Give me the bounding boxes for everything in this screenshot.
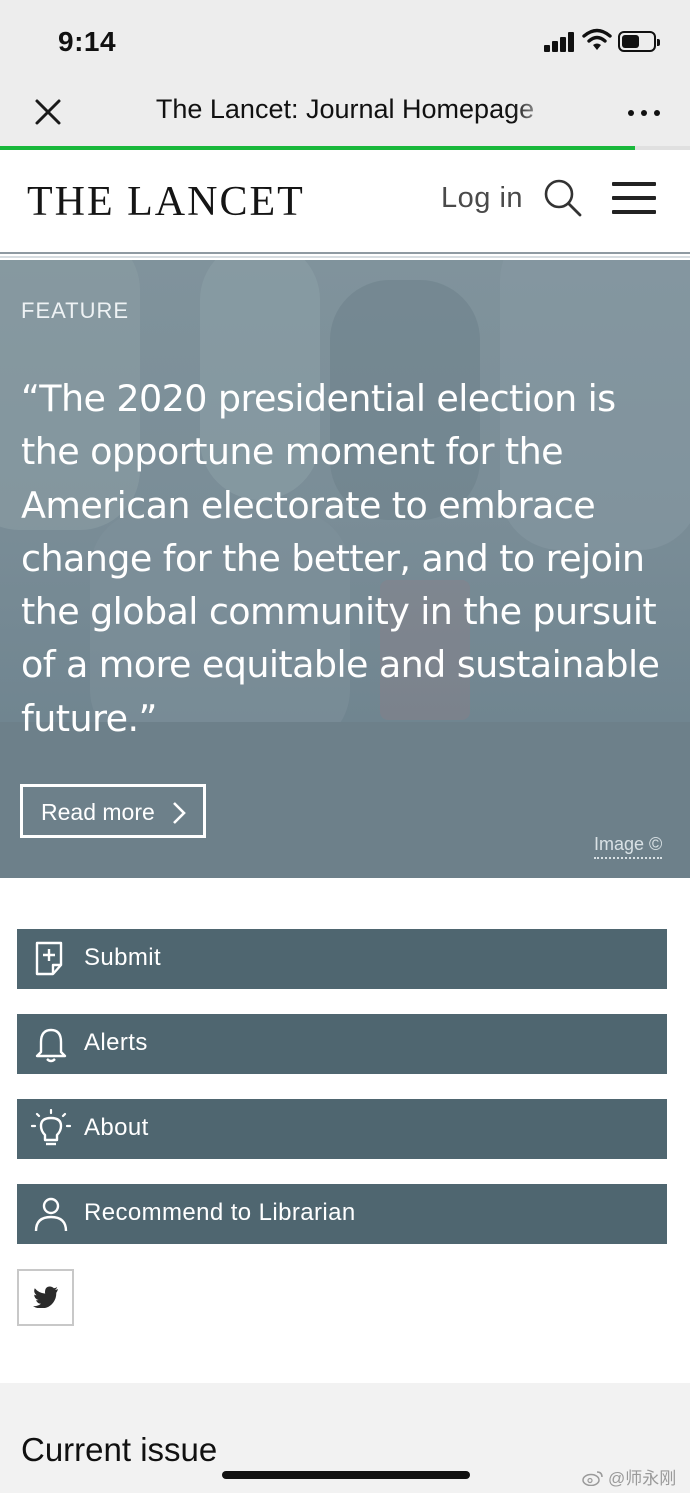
- browser-page-title: The Lancet: Journal Homepage: [110, 94, 580, 130]
- feature-hero: FEATURE “The 2020 presidential election …: [0, 260, 690, 878]
- read-more-label: Read more: [41, 799, 155, 825]
- submit-button[interactable]: Submit: [17, 929, 667, 989]
- more-options-icon[interactable]: [624, 98, 664, 128]
- current-issue-heading: Current issue: [21, 1431, 218, 1468]
- battery-icon: [618, 31, 660, 52]
- lightbulb-icon: [31, 1109, 71, 1146]
- image-credit-link[interactable]: Image ©: [594, 834, 663, 859]
- cellular-signal-icon: [544, 32, 576, 52]
- wifi-icon: [582, 28, 612, 50]
- chevron-right-icon: [173, 802, 186, 824]
- alerts-button-label: Alerts: [84, 1029, 148, 1056]
- site-header: THE LANCET Log in: [0, 150, 690, 258]
- hamburger-menu-icon[interactable]: [612, 182, 658, 216]
- status-time: 9:14: [58, 26, 117, 57]
- site-logo[interactable]: THE LANCET: [27, 178, 305, 226]
- recommend-to-librarian-label: Recommend to Librarian: [84, 1199, 356, 1226]
- read-more-button[interactable]: Read more: [20, 784, 206, 838]
- submit-button-label: Submit: [84, 944, 162, 971]
- alerts-button[interactable]: Alerts: [17, 1014, 667, 1074]
- about-button-label: About: [84, 1114, 149, 1141]
- twitter-button[interactable]: [17, 1269, 74, 1326]
- about-button[interactable]: About: [17, 1099, 667, 1159]
- search-icon[interactable]: [543, 178, 583, 218]
- home-indicator[interactable]: [222, 1471, 470, 1479]
- person-icon: [34, 1197, 68, 1232]
- browser-page-title-text: The Lancet: Journal Homepage: [155, 94, 535, 124]
- weibo-icon: [582, 1471, 603, 1486]
- browser-toolbar: The Lancet: Journal Homepage: [0, 80, 690, 146]
- login-link[interactable]: Log in: [441, 182, 523, 215]
- feature-quote[interactable]: “The 2020 presidential election is the o…: [21, 372, 681, 745]
- twitter-bird-icon: [33, 1286, 58, 1308]
- submit-document-icon: [35, 941, 63, 976]
- status-bar: 9:14: [0, 0, 690, 80]
- feature-category-label: FEATURE: [21, 298, 130, 323]
- bell-icon: [35, 1028, 67, 1063]
- watermark-text: @师永刚: [608, 1469, 677, 1488]
- watermark: @师永刚: [582, 1464, 676, 1489]
- close-icon[interactable]: [30, 94, 66, 130]
- recommend-to-librarian-button[interactable]: Recommend to Librarian: [17, 1184, 667, 1244]
